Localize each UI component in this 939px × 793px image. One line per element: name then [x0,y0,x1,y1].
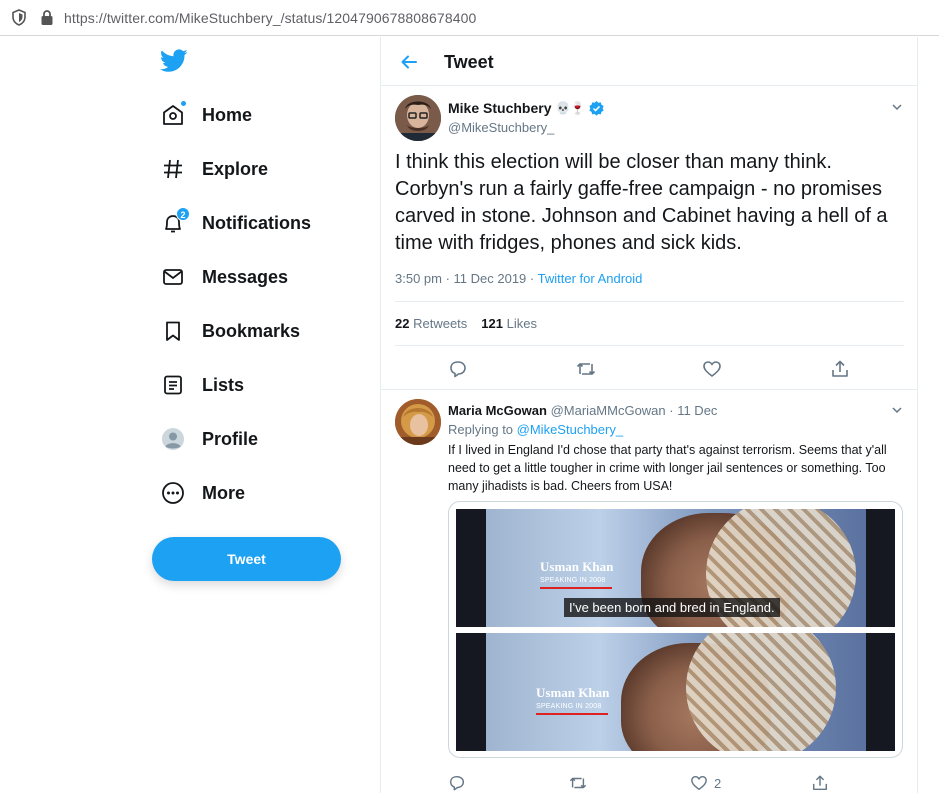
author-name-row: Mike Stuchbery 💀🍷 [448,100,604,116]
chevron-down-icon[interactable] [890,403,904,417]
main-column: Tweet Mike Stuchbery 💀🍷 @MikeStuchbery_ … [380,37,918,793]
reply-like-button[interactable]: 2 [690,772,730,793]
reply-like-count: 2 [714,775,722,791]
replying-to: Replying to @MikeStuchbery_ [448,422,624,437]
nav-notifications-label: Notifications [202,212,312,233]
share-icon [812,775,828,791]
page-title: Tweet [444,52,494,72]
video-frame-top: Usman Khan SPEAKING IN 2008 I've been bo… [456,509,895,627]
tweet-source-link[interactable]: Twitter for Android [538,271,643,286]
lock-icon [41,10,53,25]
bookmark-icon [158,316,188,346]
tweet-stats: 22 Retweets 121 Likes [395,316,537,331]
compose-tweet-button[interactable]: Tweet [152,537,341,581]
home-icon [158,100,188,130]
hashtag-icon [158,154,188,184]
nav-messages[interactable]: Messages [158,257,288,297]
reply-handle-date[interactable]: @MariaMMcGowan · 11 Dec [551,403,718,418]
divider [395,345,904,346]
tweet-meta: 3:50 pm · 11 Dec 2019 · Twitter for Andr… [395,271,642,286]
nav-messages-label: Messages [202,266,289,287]
reply-header: Maria McGowan @MariaMMcGowan · 11 Dec [448,403,717,418]
retweet-icon [569,777,587,789]
section-separator [381,389,918,390]
heart-icon [691,775,707,791]
video-frame-bottom: Usman Khan SPEAKING IN 2008 [456,633,895,751]
reply-reply-button[interactable] [448,772,470,793]
list-icon [158,370,188,400]
retweet-icon [576,363,596,375]
tweet-actions [381,358,918,382]
home-notification-dot [180,100,187,107]
reply-media-image[interactable]: Usman Khan SPEAKING IN 2008 I've been bo… [448,501,903,758]
back-arrow-icon[interactable] [399,52,419,72]
share-button[interactable] [830,358,852,380]
tweet-timestamp[interactable]: 3:50 pm · 11 Dec 2019 · [395,271,538,286]
more-circle-icon [158,478,188,508]
nav-more[interactable]: More [158,473,245,513]
author-avatar[interactable] [395,95,441,141]
nav-home-label: Home [202,104,253,125]
address-field[interactable]: https://twitter.com/MikeStuchbery_/statu… [64,10,476,26]
reply-author-name[interactable]: Maria McGowan [448,403,547,418]
reply-actions: 2 [381,772,918,792]
reply-icon [449,775,465,791]
reply-button[interactable] [448,358,470,380]
twitter-logo-icon[interactable] [160,49,188,73]
envelope-icon [158,262,188,292]
verified-badge-icon [589,100,604,116]
heart-icon [703,361,721,377]
author-emoji: 💀🍷 [555,101,586,115]
author-handle[interactable]: @MikeStuchbery_ [448,120,554,135]
profile-avatar-icon [158,424,188,454]
nav-explore-label: Explore [202,158,269,179]
like-button[interactable] [702,358,724,380]
replying-to-link[interactable]: @MikeStuchbery_ [517,422,623,437]
nav-explore[interactable]: Explore [158,149,268,189]
page-header: Tweet [381,37,918,86]
reply-share-button[interactable] [811,772,833,793]
nav-lists-label: Lists [202,374,245,395]
sidebar: Home Explore 2 Notifications Messages Bo… [0,37,380,793]
bell-icon: 2 [158,207,190,238]
share-icon [832,360,848,377]
nav-profile[interactable]: Profile [158,419,258,459]
reply-author-avatar[interactable] [395,399,441,445]
nav-notifications[interactable]: 2 Notifications [158,203,311,243]
tweet-text: I think this election will be closer tha… [395,151,888,254]
shield-icon[interactable] [12,9,26,26]
nav-lists[interactable]: Lists [158,365,244,405]
nav-more-label: More [202,482,246,503]
divider [395,301,904,302]
nav-home[interactable]: Home [158,95,252,135]
likes-count[interactable]: 121 Likes [481,316,537,331]
reply-text: If I lived in England I'd chose that par… [448,443,887,493]
nav-bookmarks[interactable]: Bookmarks [158,311,300,351]
reply-icon [450,361,466,378]
chevron-down-icon[interactable] [890,100,904,114]
nav-profile-label: Profile [202,428,259,449]
browser-url-bar: https://twitter.com/MikeStuchbery_/statu… [0,0,939,36]
retweet-button[interactable] [575,358,597,380]
nav-bookmarks-label: Bookmarks [202,320,301,341]
author-name[interactable]: Mike Stuchbery [448,100,551,116]
notifications-badge: 2 [176,207,190,221]
reply-retweet-button[interactable] [568,772,590,793]
retweets-count[interactable]: 22 Retweets [395,316,467,331]
